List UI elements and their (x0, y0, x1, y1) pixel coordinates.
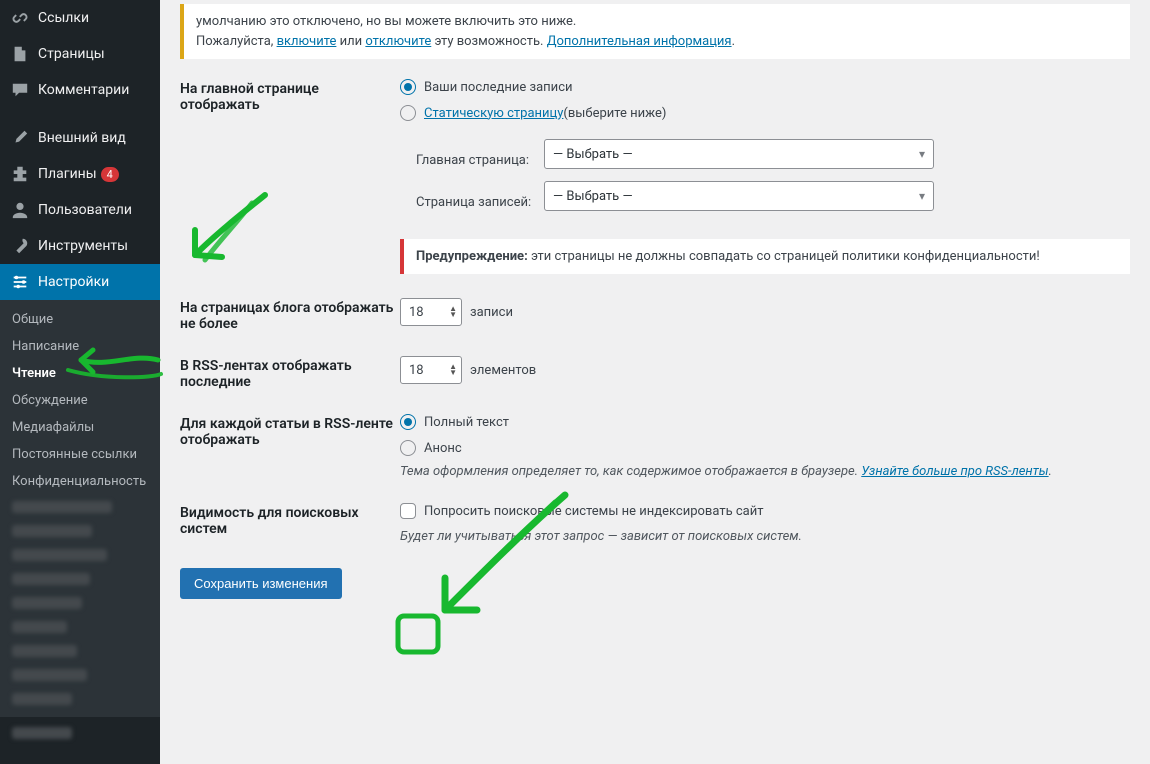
static-page-hint: (выберите ниже) (563, 106, 666, 121)
radio-full-text-label: Полный текст (424, 415, 509, 430)
submenu-permalinks[interactable]: Постоянные ссылки (0, 441, 160, 468)
submenu-writing[interactable]: Написание (0, 333, 160, 360)
checkbox-discourage-label: Попросить поисковые системы не индексиро… (424, 504, 764, 519)
select-front-page[interactable]: — Выбрать — ▾ (544, 139, 934, 169)
label-frontpage: На главной странице отображать (180, 79, 400, 113)
sidebar-item-tools[interactable]: Инструменты (0, 228, 160, 264)
sidebar-item-appearance[interactable]: Внешний вид (0, 120, 160, 156)
notice-error: Предупреждение: эти страницы не должны с… (400, 239, 1130, 274)
submenu-privacy[interactable]: Конфиденциальность (0, 468, 160, 495)
spinner-icon: ▲▼ (449, 364, 457, 376)
comment-icon (10, 80, 30, 100)
spinner-icon: ▲▼ (449, 306, 457, 318)
submenu-reading[interactable]: Чтение (0, 360, 160, 387)
link-rss-more[interactable]: Узнайте больше про RSS-ленты (861, 464, 1048, 479)
radio-summary[interactable] (400, 440, 416, 456)
sidebar-item-label: Инструменты (38, 238, 128, 254)
sidebar-item-label: Настройки (38, 274, 109, 290)
label-front-page-select: Главная страница: (416, 153, 544, 168)
select-posts-page[interactable]: — Выбрать — ▾ (544, 181, 934, 211)
posts-unit: записи (470, 305, 513, 320)
link-disable[interactable]: отключите (365, 34, 431, 49)
sidebar-item-pages[interactable]: Страницы (0, 36, 160, 72)
feed-description: Тема оформления определяет то, как содер… (400, 464, 1130, 479)
radio-latest-posts-label: Ваши последние записи (424, 80, 573, 95)
label-rss-items: В RSS-лентах отображать последние (180, 356, 400, 390)
radio-latest-posts[interactable] (400, 79, 416, 95)
sidebar-item-comments[interactable]: Комментарии (0, 72, 160, 108)
submenu-discussion[interactable]: Обсуждение (0, 387, 160, 414)
link-icon (10, 8, 30, 28)
select-value: — Выбрать — (553, 189, 633, 204)
input-posts-per-page[interactable]: 18 ▲▼ (400, 298, 462, 326)
label-search-visibility: Видимость для поисковых систем (180, 503, 400, 537)
sidebar-item-label: Внешний вид (38, 130, 126, 146)
sidebar-item-users[interactable]: Пользователи (0, 192, 160, 228)
label-blog-pages: На страницах блога отображать не более (180, 298, 400, 332)
notice-warning: умолчанию это отключено, но вы можете вк… (180, 4, 1130, 59)
admin-sidebar: Ссылки Страницы Комментарии Внешний вид … (0, 0, 160, 764)
users-icon (10, 200, 30, 220)
sidebar-item-label: Комментарии (38, 82, 129, 98)
label-posts-page-select: Страница записей: (416, 195, 544, 210)
settings-submenu: Общие Написание Чтение Обсуждение Медиаф… (0, 300, 160, 717)
submenu-media[interactable]: Медиафайлы (0, 414, 160, 441)
sidebar-item-label: Страницы (38, 46, 105, 62)
chevron-down-icon: ▾ (919, 189, 925, 203)
page-icon (10, 44, 30, 64)
warning-strong: Предупреждение: (416, 249, 528, 264)
chevron-down-icon: ▾ (919, 147, 925, 161)
link-enable[interactable]: включите (277, 34, 337, 49)
sliders-icon (10, 272, 30, 292)
wrench-icon (10, 236, 30, 256)
rss-unit: элементов (470, 363, 536, 378)
save-button[interactable]: Сохранить изменения (180, 568, 342, 599)
plugin-icon (10, 164, 30, 184)
sidebar-item-label: Пользователи (38, 202, 132, 218)
radio-full-text[interactable] (400, 414, 416, 430)
submenu-general[interactable]: Общие (0, 306, 160, 333)
plugin-updates-badge: 4 (101, 167, 119, 182)
notice-line2: Пожалуйста, включите или отключите эту в… (196, 32, 1118, 52)
sidebar-item-links[interactable]: Ссылки (0, 0, 160, 36)
sidebar-item-label: Ссылки (38, 10, 89, 26)
warning-text: эти страницы не должны совпадать со стра… (528, 249, 1040, 264)
notice-line1: умолчанию это отключено, но вы можете вк… (196, 12, 1118, 32)
sidebar-item-settings[interactable]: Настройки (0, 264, 160, 300)
sidebar-item-plugins[interactable]: Плагины 4 (0, 156, 160, 192)
link-static-page[interactable]: Статическую страницу (424, 106, 563, 121)
input-rss-items[interactable]: 18 ▲▼ (400, 356, 462, 384)
number-value: 18 (409, 305, 424, 320)
sidebar-item-label: Плагины (38, 166, 97, 182)
radio-static-page[interactable] (400, 105, 416, 121)
radio-summary-label: Анонс (424, 441, 462, 456)
brush-icon (10, 128, 30, 148)
checkbox-discourage-search[interactable] (400, 503, 416, 519)
label-feed-content: Для каждой статьи в RSS-ленте отображать (180, 414, 400, 448)
visibility-hint: Будет ли учитываться этот запрос — завис… (400, 529, 1130, 544)
number-value: 18 (409, 363, 424, 378)
select-value: — Выбрать — (553, 147, 633, 162)
link-more-info[interactable]: Дополнительная информация (547, 34, 732, 49)
settings-content: умолчанию это отключено, но вы можете вк… (160, 0, 1150, 764)
